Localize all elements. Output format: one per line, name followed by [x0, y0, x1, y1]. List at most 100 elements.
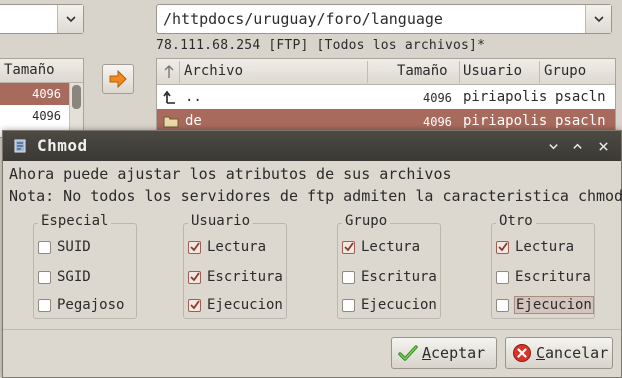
checkbox-box[interactable]: [188, 240, 201, 254]
checkbox-box[interactable]: [496, 298, 509, 312]
file-size: 4096: [423, 115, 452, 129]
checkbox-grupo-lectura[interactable]: Lectura: [342, 236, 420, 258]
maximize-button[interactable]: [567, 137, 587, 155]
group-label: Otro: [496, 213, 536, 229]
check-icon: [344, 241, 354, 251]
checkbox-label: Ejecucion: [514, 296, 594, 314]
checkbox-label: Lectura: [361, 239, 421, 255]
checkbox-label: Lectura: [515, 239, 575, 255]
dialog-note: Nota: No todos los servidores de ftp adm…: [9, 187, 622, 205]
remote-path-text[interactable]: /httpdocs/uruguay/foro/language: [163, 10, 443, 28]
checkbox-otro-lectura[interactable]: Lectura: [496, 236, 574, 258]
checkbox-label: SGID: [57, 269, 91, 285]
dialog-titlebar[interactable]: Chmod: [3, 131, 621, 161]
column-tamano[interactable]: Tamaño: [397, 63, 448, 79]
local-file-list[interactable]: Tamaño 4096 4096: [0, 58, 84, 138]
group-otro: Otro Lectura Escritura Ejecucion: [491, 213, 595, 319]
local-path-combo[interactable]: [0, 4, 84, 34]
checkbox-label: Escritura: [361, 269, 437, 285]
transfer-right-button[interactable]: [102, 64, 134, 94]
checkbox-usuario-ejecucion[interactable]: Ejecucion: [188, 294, 283, 316]
file-row-parent[interactable]: .. 4096 piriapolis psacln: [157, 85, 615, 109]
group-label: Grupo: [342, 213, 391, 229]
checkbox-sgid[interactable]: SGID: [38, 266, 91, 288]
chevron-down-icon: [593, 16, 604, 23]
checkbox-box[interactable]: [342, 240, 355, 254]
remote-list-header: Archivo Tamaño Usuario Grupo: [157, 59, 615, 85]
dialog-description: Ahora puede ajustar los atributos de sus…: [9, 165, 452, 183]
checkbox-label: SUID: [57, 239, 91, 255]
checkbox-box[interactable]: [342, 298, 355, 312]
group-label: Usuario: [188, 213, 254, 229]
checkbox-usuario-lectura[interactable]: Lectura: [188, 236, 266, 258]
remote-file-list[interactable]: Archivo Tamaño Usuario Grupo .. 4096 pir…: [156, 58, 616, 138]
cancel-label-mnemonic: C: [536, 344, 546, 362]
file-name: ..: [185, 89, 202, 105]
check-icon: [190, 271, 200, 281]
check-icon: [190, 299, 200, 309]
checkmark-icon: [398, 345, 418, 361]
up-arrow-icon: [163, 90, 175, 104]
cancel-button[interactable]: Cancelar: [505, 337, 613, 369]
checkbox-label: Escritura: [515, 269, 591, 285]
checkbox-label: Ejecucion: [207, 297, 283, 313]
connection-status: 78.111.68.254 [FTP] [Todos los archivos]…: [156, 38, 486, 53]
checkbox-box[interactable]: [188, 270, 201, 284]
remote-path-combo[interactable]: /httpdocs/uruguay/foro/language: [156, 4, 612, 34]
folder-icon: [163, 116, 179, 128]
checkbox-usuario-escritura[interactable]: Escritura: [188, 266, 283, 288]
file-group: psacln: [555, 89, 606, 105]
group-usuario: Usuario Lectura Escritura Ejecucion: [183, 213, 287, 319]
group-label: Especial: [38, 213, 112, 229]
file-name: de: [185, 113, 202, 129]
cancel-label: ancelar: [545, 344, 609, 362]
scrollbar-thumb[interactable]: [72, 85, 81, 109]
close-button[interactable]: [593, 137, 613, 155]
accept-button[interactable]: Aceptar: [391, 337, 497, 369]
checkbox-otro-escritura[interactable]: Escritura: [496, 266, 591, 288]
minimize-button[interactable]: [543, 137, 563, 155]
sort-up-icon: [164, 65, 174, 78]
close-icon: [598, 141, 608, 151]
file-user: piriapolis: [463, 113, 548, 129]
group-especial: Especial SUID SGID Pegajoso: [33, 213, 137, 319]
file-group: psacln: [555, 113, 606, 129]
checkbox-box[interactable]: [38, 298, 51, 312]
checkbox-box[interactable]: [38, 270, 51, 284]
checkbox-label: Escritura: [207, 269, 283, 285]
checkbox-otro-ejecucion[interactable]: Ejecucion: [496, 294, 594, 316]
checkbox-label: Ejecucion: [361, 297, 437, 313]
checkbox-label: Pegajoso: [57, 297, 125, 313]
checkbox-pegajoso[interactable]: Pegajoso: [38, 294, 124, 316]
checkbox-suid[interactable]: SUID: [38, 236, 91, 258]
file-user: piriapolis: [463, 89, 548, 105]
check-icon: [498, 241, 508, 251]
accept-label-mnemonic: A: [422, 344, 432, 362]
local-size-column-header[interactable]: Tamaño: [0, 59, 83, 83]
checkbox-grupo-ejecucion[interactable]: Ejecucion: [342, 294, 437, 316]
checkbox-box[interactable]: [496, 240, 509, 254]
group-grupo: Grupo Lectura Escritura Ejecucion: [337, 213, 441, 319]
checkbox-box[interactable]: [188, 298, 201, 312]
checkbox-box[interactable]: [342, 270, 355, 284]
dialog-title: Chmod: [37, 136, 88, 155]
column-usuario[interactable]: Usuario: [463, 63, 522, 79]
chmod-dialog: Chmod Ahora puede ajustar los atributos …: [2, 130, 622, 378]
arrow-right-icon: [109, 70, 127, 88]
window-icon: [14, 139, 26, 153]
checkbox-label: Lectura: [207, 239, 267, 255]
column-archivo[interactable]: Archivo: [184, 63, 243, 79]
checkbox-box[interactable]: [496, 270, 509, 284]
column-grupo[interactable]: Grupo: [544, 63, 586, 79]
file-size: 4096: [423, 91, 452, 105]
chevron-up-icon: [572, 143, 582, 149]
checkbox-box[interactable]: [38, 240, 51, 254]
remote-path-dropdown-button[interactable]: [585, 5, 611, 33]
chevron-down-icon: [65, 16, 76, 23]
check-icon: [190, 241, 200, 251]
local-path-dropdown-button[interactable]: [57, 5, 83, 33]
accept-label: ceptar: [431, 344, 486, 362]
button-divider: [3, 329, 621, 330]
checkbox-grupo-escritura[interactable]: Escritura: [342, 266, 437, 288]
chevron-down-icon: [548, 143, 558, 149]
